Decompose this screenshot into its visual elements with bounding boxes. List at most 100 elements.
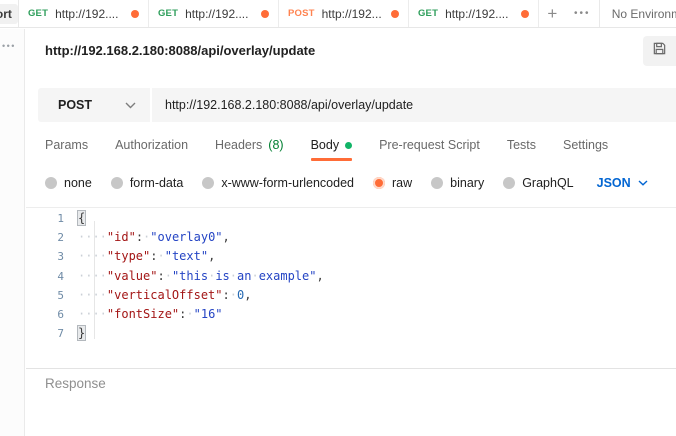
token-ws: ·	[230, 288, 237, 302]
tab-method-label: GET	[158, 8, 178, 19]
tab-method-label: GET	[418, 8, 438, 19]
tab-authorization[interactable]: Authorization	[115, 138, 188, 161]
request-tab[interactable]: POSThttp://192...	[279, 0, 409, 27]
token-ws: ····	[78, 230, 107, 244]
tab-tests[interactable]: Tests	[507, 138, 536, 161]
sidebar-more-icon[interactable]: •••	[2, 41, 16, 51]
method-dropdown[interactable]: POST	[38, 88, 150, 122]
chevron-down-icon	[125, 102, 136, 109]
code-text: ····"fontSize":·"16"	[78, 305, 223, 324]
request-tab[interactable]: GEThttp://192....	[19, 0, 149, 27]
token-ws: ····	[78, 288, 107, 302]
line-number: 7	[26, 324, 78, 343]
tab-url-label: http://192....	[185, 7, 254, 21]
line-number: 2	[26, 228, 78, 247]
unsaved-dot-icon	[261, 10, 269, 18]
token-pun: ,	[208, 249, 215, 263]
import-button-clipped[interactable]: Import	[0, 0, 19, 27]
subtab-label: Settings	[563, 138, 608, 152]
token-brc: }	[78, 326, 85, 340]
token-ws: ·	[230, 269, 237, 283]
token-key: "value"	[107, 269, 158, 283]
request-tab[interactable]: GET http://192....	[409, 0, 539, 27]
url-input[interactable]: http://192.168.2.180:8088/api/overlay/up…	[152, 88, 676, 122]
tab-options-icon[interactable]: •••	[566, 0, 599, 27]
code-line: 6····"fontSize":·"16"	[26, 305, 676, 324]
method-label: POST	[58, 98, 125, 112]
code-text: ····"type":·"text",	[78, 247, 215, 266]
token-pun: ,	[223, 230, 230, 244]
line-number: 4	[26, 267, 78, 286]
tab-pre-request-script[interactable]: Pre-request Script	[379, 138, 480, 161]
subtab-label: Authorization	[115, 138, 188, 152]
import-button-label: Import	[0, 4, 18, 24]
language-dropdown[interactable]: JSON	[597, 176, 648, 190]
request-title: http://192.168.2.180:8088/api/overlay/up…	[45, 43, 315, 58]
token-pun: :	[157, 269, 164, 283]
indent-guide	[94, 221, 95, 339]
tab-params[interactable]: Params	[45, 138, 88, 161]
tab-body[interactable]: Body	[311, 138, 353, 161]
body-code-editor[interactable]: 1{2····"id":·"overlay0",3····"type":·"te…	[26, 209, 676, 349]
body-type-graphql[interactable]: GraphQL	[503, 176, 573, 190]
subtab-label: Pre-request Script	[379, 138, 480, 152]
line-number: 1	[26, 209, 78, 228]
token-key: "verticalOffset"	[107, 288, 223, 302]
unsaved-dot-icon	[131, 10, 139, 18]
unsaved-dot-icon	[391, 10, 399, 18]
subtab-label: Tests	[507, 138, 536, 152]
collapsed-sidebar: •••	[0, 29, 25, 436]
radio-icon	[503, 177, 515, 189]
tab-settings[interactable]: Settings	[563, 138, 608, 161]
token-pun: ,	[244, 288, 251, 302]
token-ws: ·	[165, 269, 172, 283]
code-line: 4····"value":·"this·is·an·example",	[26, 267, 676, 286]
save-button[interactable]	[643, 36, 676, 66]
token-str: example"	[259, 269, 317, 283]
token-ws: ·	[251, 269, 258, 283]
body-type-form-data[interactable]: form-data	[111, 176, 184, 190]
new-tab-button[interactable]: +	[539, 0, 566, 27]
token-str: an	[237, 269, 251, 283]
body-type-row: none form-data x-www-form-urlencoded raw bin…	[45, 176, 648, 190]
token-pun: ,	[316, 269, 323, 283]
token-key: "type"	[107, 249, 150, 263]
code-text: ····"value":·"this·is·an·example",	[78, 267, 324, 286]
code-line: 3····"type":·"text",	[26, 247, 676, 266]
token-pun: :	[150, 249, 157, 263]
tab-url-label: http://192....	[445, 7, 514, 21]
response-divider	[26, 368, 676, 369]
code-line: 5····"verticalOffset":·0,	[26, 286, 676, 305]
code-text: ····"id":·"overlay0",	[78, 228, 230, 247]
radio-icon	[111, 177, 123, 189]
body-type-binary[interactable]: binary	[431, 176, 484, 190]
token-str: "this	[172, 269, 208, 283]
token-key: "id"	[107, 230, 136, 244]
token-ws: ·	[158, 249, 165, 263]
body-type-x-www-form-urlencoded[interactable]: x-www-form-urlencoded	[202, 176, 354, 190]
code-line: 2····"id":·"overlay0",	[26, 228, 676, 247]
request-tabs: GET http://192.... GET http://192.... POSTht…	[19, 0, 539, 27]
body-type-raw[interactable]: raw	[373, 176, 412, 190]
save-icon	[652, 41, 667, 61]
headers-count: (8)	[268, 138, 283, 152]
tab-url-label: http://192...	[322, 7, 384, 21]
request-tab[interactable]: GET http://192....	[149, 0, 279, 27]
tab-headers[interactable]: Headers(8)	[215, 138, 284, 161]
request-subtabs: Params Authorization Headers(8) Body Pre-req…	[45, 138, 608, 161]
code-text: {	[78, 209, 85, 228]
token-brc: {	[78, 211, 85, 225]
token-pun: :	[223, 288, 230, 302]
token-ws: ·	[186, 307, 193, 321]
line-number: 3	[26, 247, 78, 266]
token-ws: ····	[78, 249, 107, 263]
radio-label: GraphQL	[522, 176, 573, 190]
token-str: is	[215, 269, 229, 283]
response-section-label: Response	[45, 376, 106, 391]
subtab-label: Body	[311, 138, 340, 152]
environment-selector[interactable]: No Environment	[599, 0, 676, 27]
radio-label: form-data	[130, 176, 184, 190]
body-type-none[interactable]: none	[45, 176, 92, 190]
line-number: 5	[26, 286, 78, 305]
body-content-dot-icon	[345, 142, 352, 149]
